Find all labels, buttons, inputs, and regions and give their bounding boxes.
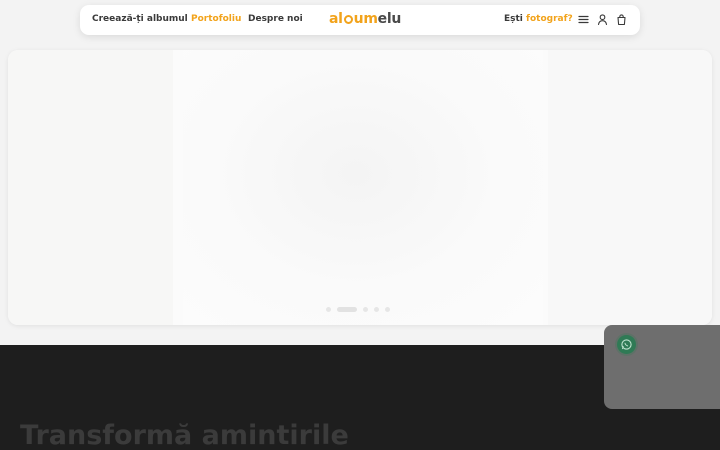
- slider-dot[interactable]: [326, 307, 331, 312]
- slide-image-main: [183, 50, 543, 325]
- logo-ring-icon: [343, 15, 353, 24]
- slider-dot[interactable]: [374, 307, 379, 312]
- hero-slider[interactable]: [8, 50, 712, 325]
- slide-image-right: [548, 50, 712, 325]
- nav-link-about[interactable]: Despre noi: [248, 14, 303, 25]
- shopping-bag-icon[interactable]: [615, 13, 628, 26]
- menu-icon[interactable]: [577, 13, 590, 26]
- logo-part-1: al: [329, 11, 343, 27]
- logo-part-3: elu: [377, 11, 402, 27]
- nav-link-portfolio[interactable]: Portofoliu: [191, 14, 241, 25]
- photographer-link[interactable]: Ești fotograf?: [504, 14, 573, 25]
- logo-part-2: um: [353, 11, 378, 27]
- navbar: Creează-ți albumul Portofoliu Despre noi…: [80, 5, 640, 35]
- slide-image-left: [8, 50, 173, 325]
- logo[interactable]: al umelu: [329, 9, 401, 29]
- slider-dot[interactable]: [385, 307, 390, 312]
- slider-dot-active[interactable]: [337, 307, 357, 312]
- whatsapp-button[interactable]: [617, 335, 636, 354]
- section-headline: Transformă amintirile: [20, 420, 349, 450]
- photographer-prefix: Ești: [504, 14, 523, 24]
- whatsapp-icon: [621, 339, 632, 350]
- photographer-accent: fotograf?: [526, 14, 573, 24]
- slider-dot[interactable]: [363, 307, 368, 312]
- user-icon[interactable]: [596, 13, 609, 26]
- nav-link-create-album[interactable]: Creează-ți albumul: [92, 14, 188, 25]
